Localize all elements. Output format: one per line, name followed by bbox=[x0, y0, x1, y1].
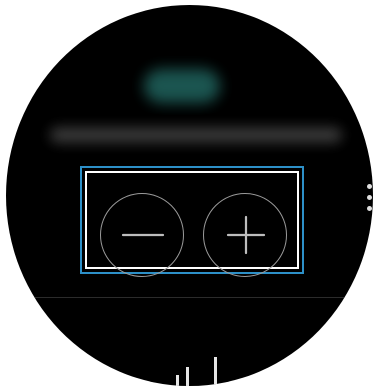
graph-bar bbox=[214, 357, 217, 386]
graph-bar bbox=[186, 367, 189, 386]
plus-icon bbox=[226, 215, 266, 255]
more-options-button[interactable] bbox=[365, 184, 373, 220]
decrease-button[interactable] bbox=[100, 193, 184, 277]
more-vertical-icon-dot bbox=[367, 195, 372, 200]
minus-icon bbox=[121, 233, 165, 237]
increase-button[interactable] bbox=[203, 193, 287, 277]
more-vertical-icon-dot bbox=[367, 206, 372, 211]
blurred-subtitle bbox=[50, 127, 342, 143]
more-vertical-icon-dot bbox=[367, 184, 372, 189]
graph-bar bbox=[176, 375, 179, 386]
watch-screen bbox=[6, 5, 373, 386]
blurred-title bbox=[144, 69, 220, 103]
section-divider bbox=[6, 297, 373, 298]
